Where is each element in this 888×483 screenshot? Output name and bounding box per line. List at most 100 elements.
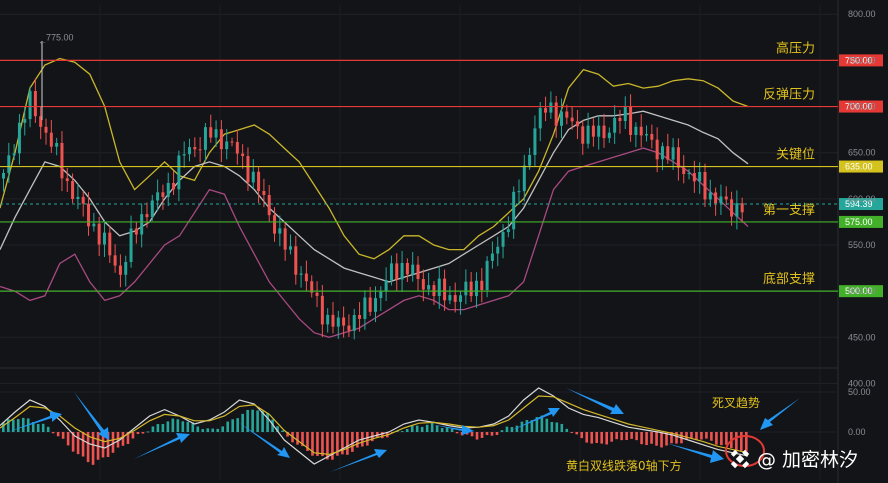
macd-bar <box>161 424 165 432</box>
macd-bar <box>36 424 40 432</box>
candle-body <box>506 229 510 233</box>
macd-bar <box>206 428 210 432</box>
candle-body <box>7 155 11 173</box>
macd-bar <box>620 432 623 441</box>
candle-body <box>55 142 59 147</box>
candle-body <box>97 223 101 245</box>
macd-bar <box>415 425 419 432</box>
macd-bar <box>51 432 55 434</box>
candle-body <box>241 153 245 157</box>
macd-bar <box>445 427 449 432</box>
candle-body <box>336 317 340 327</box>
arrow-left-icon: ← <box>38 36 47 46</box>
candle-body <box>71 181 75 199</box>
candle-body <box>405 262 409 275</box>
candle-body <box>214 129 218 138</box>
candle-body <box>416 264 420 280</box>
candle-body <box>299 273 303 275</box>
macd-bar <box>366 432 369 446</box>
candle-body <box>33 90 37 117</box>
candle-body <box>459 295 463 302</box>
candle-body <box>156 192 160 201</box>
candle-body <box>560 111 563 126</box>
macd-bar <box>520 421 524 432</box>
candle-body <box>474 280 478 297</box>
macd-bar <box>715 432 718 445</box>
macd-tick-label: 50.00 <box>848 387 871 397</box>
candle-body <box>639 126 643 136</box>
candle-body <box>666 146 670 160</box>
candle-body <box>203 127 207 150</box>
level-label: 高压力 <box>776 40 815 56</box>
candle-body <box>230 141 234 143</box>
candle-body <box>92 223 96 227</box>
macd-bar <box>510 427 514 432</box>
candle-body <box>198 149 202 151</box>
macd-bar <box>221 426 225 432</box>
macd-bar <box>346 432 349 455</box>
macd-bar <box>171 418 175 432</box>
macd-bar <box>405 429 409 432</box>
macd-bar <box>555 422 559 432</box>
candle-body <box>23 119 27 123</box>
macd-bar <box>650 432 653 444</box>
macd-bar <box>111 432 115 453</box>
candle-body <box>400 262 404 280</box>
macd-bar <box>655 432 658 446</box>
macd-bar <box>226 421 229 432</box>
candle-body <box>623 106 627 122</box>
macd-bar <box>580 432 584 439</box>
macd-bar <box>296 432 299 445</box>
macd-bar <box>600 432 603 444</box>
macd-bar <box>710 432 713 441</box>
macd-bar <box>485 432 489 436</box>
candle-body <box>607 132 611 139</box>
candle-body <box>28 90 32 120</box>
macd-bar <box>630 432 633 439</box>
chart-background <box>0 0 888 483</box>
candle-body <box>650 134 654 140</box>
macd-bar <box>316 432 319 456</box>
candle-body <box>294 246 298 275</box>
macd-bar <box>430 422 434 432</box>
watermark-text: @ 加密林汐 <box>757 449 858 471</box>
candle-body <box>469 281 473 297</box>
candle-body <box>464 281 468 296</box>
candle-body <box>655 139 659 160</box>
candle-body <box>326 314 330 325</box>
price-tick-label: 450.00 <box>848 332 876 342</box>
annotation-lines-below-zero: 黄白双线跌落0轴下方 <box>566 458 682 473</box>
level-label: 第一支撑 <box>763 203 815 218</box>
macd-bar <box>166 421 170 432</box>
candle-body <box>517 191 521 193</box>
candle-body <box>262 190 266 195</box>
candle-body <box>660 146 664 160</box>
candle-body <box>267 194 271 216</box>
macd-bar <box>590 432 594 444</box>
macd-bar <box>585 432 589 443</box>
macd-bar <box>281 430 284 432</box>
candle-body <box>501 232 505 247</box>
macd-bar <box>610 432 613 442</box>
candle-body <box>597 125 601 137</box>
candle-body <box>437 278 441 296</box>
candle-body <box>219 129 223 150</box>
candle-body <box>448 295 452 301</box>
candle-body <box>575 121 579 127</box>
candle-body <box>331 314 335 327</box>
candle-body <box>315 292 319 296</box>
macd-bar <box>525 420 529 432</box>
candle-body <box>288 246 292 250</box>
candle-body <box>278 228 282 234</box>
candle-body <box>432 285 436 296</box>
macd-bar <box>575 432 579 435</box>
candle-body <box>145 214 149 218</box>
candle-body <box>283 228 287 250</box>
macd-bar <box>16 419 20 432</box>
macd-bar <box>615 432 618 440</box>
macd-bar <box>595 432 599 443</box>
macd-bar <box>480 432 484 438</box>
macd-bar <box>211 428 215 432</box>
macd-bar <box>725 432 728 445</box>
candle-body <box>480 280 484 291</box>
